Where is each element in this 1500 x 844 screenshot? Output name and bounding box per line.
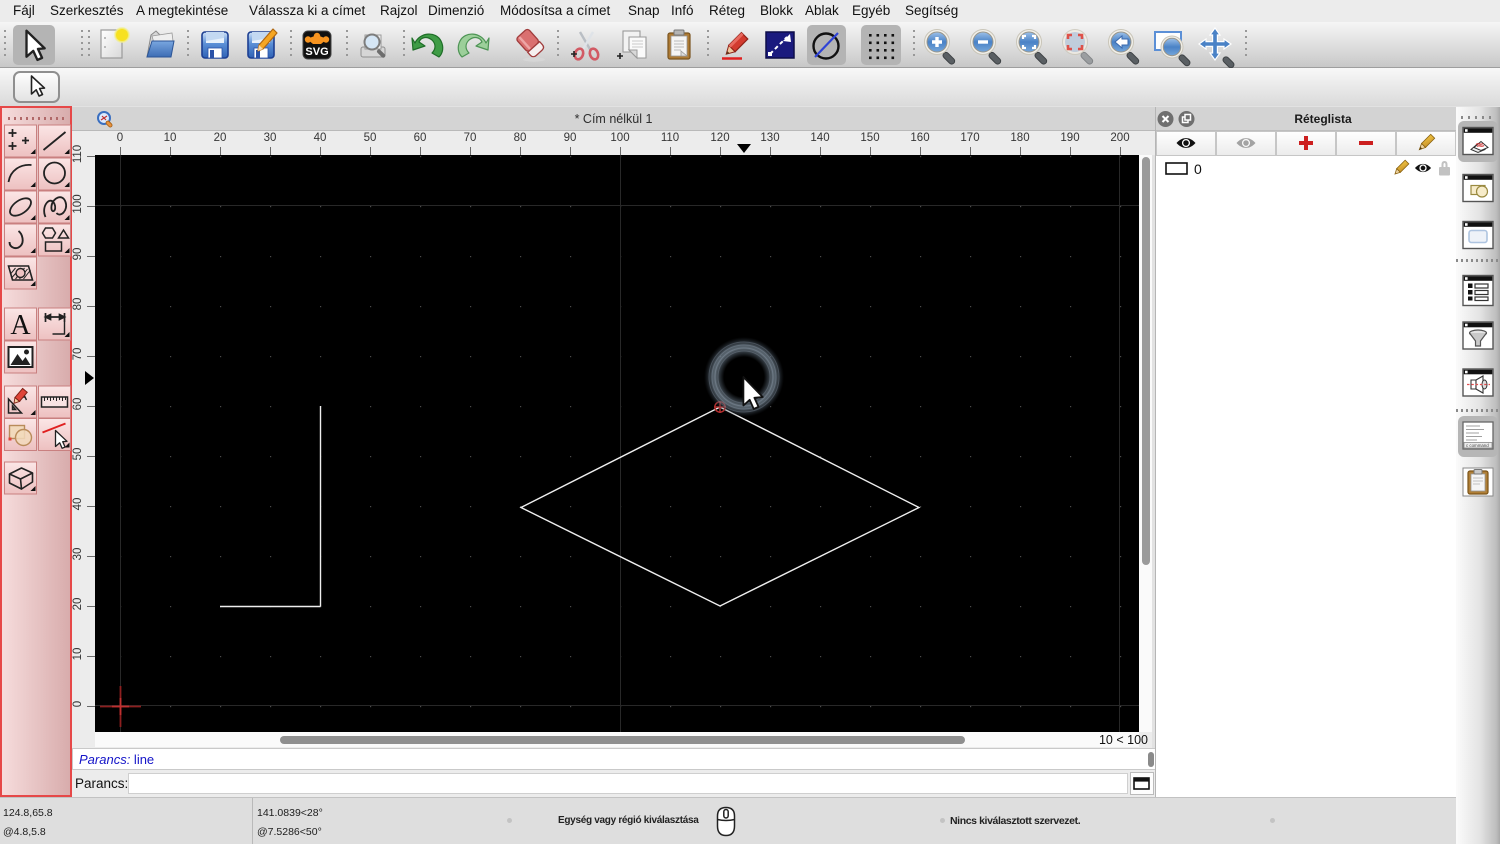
svg-text:A: A: [10, 310, 31, 341]
svg-text:0: 0: [1194, 161, 1202, 177]
svg-text:c command: c command: [1466, 443, 1489, 448]
svg-text:SVG: SVG: [305, 46, 328, 58]
